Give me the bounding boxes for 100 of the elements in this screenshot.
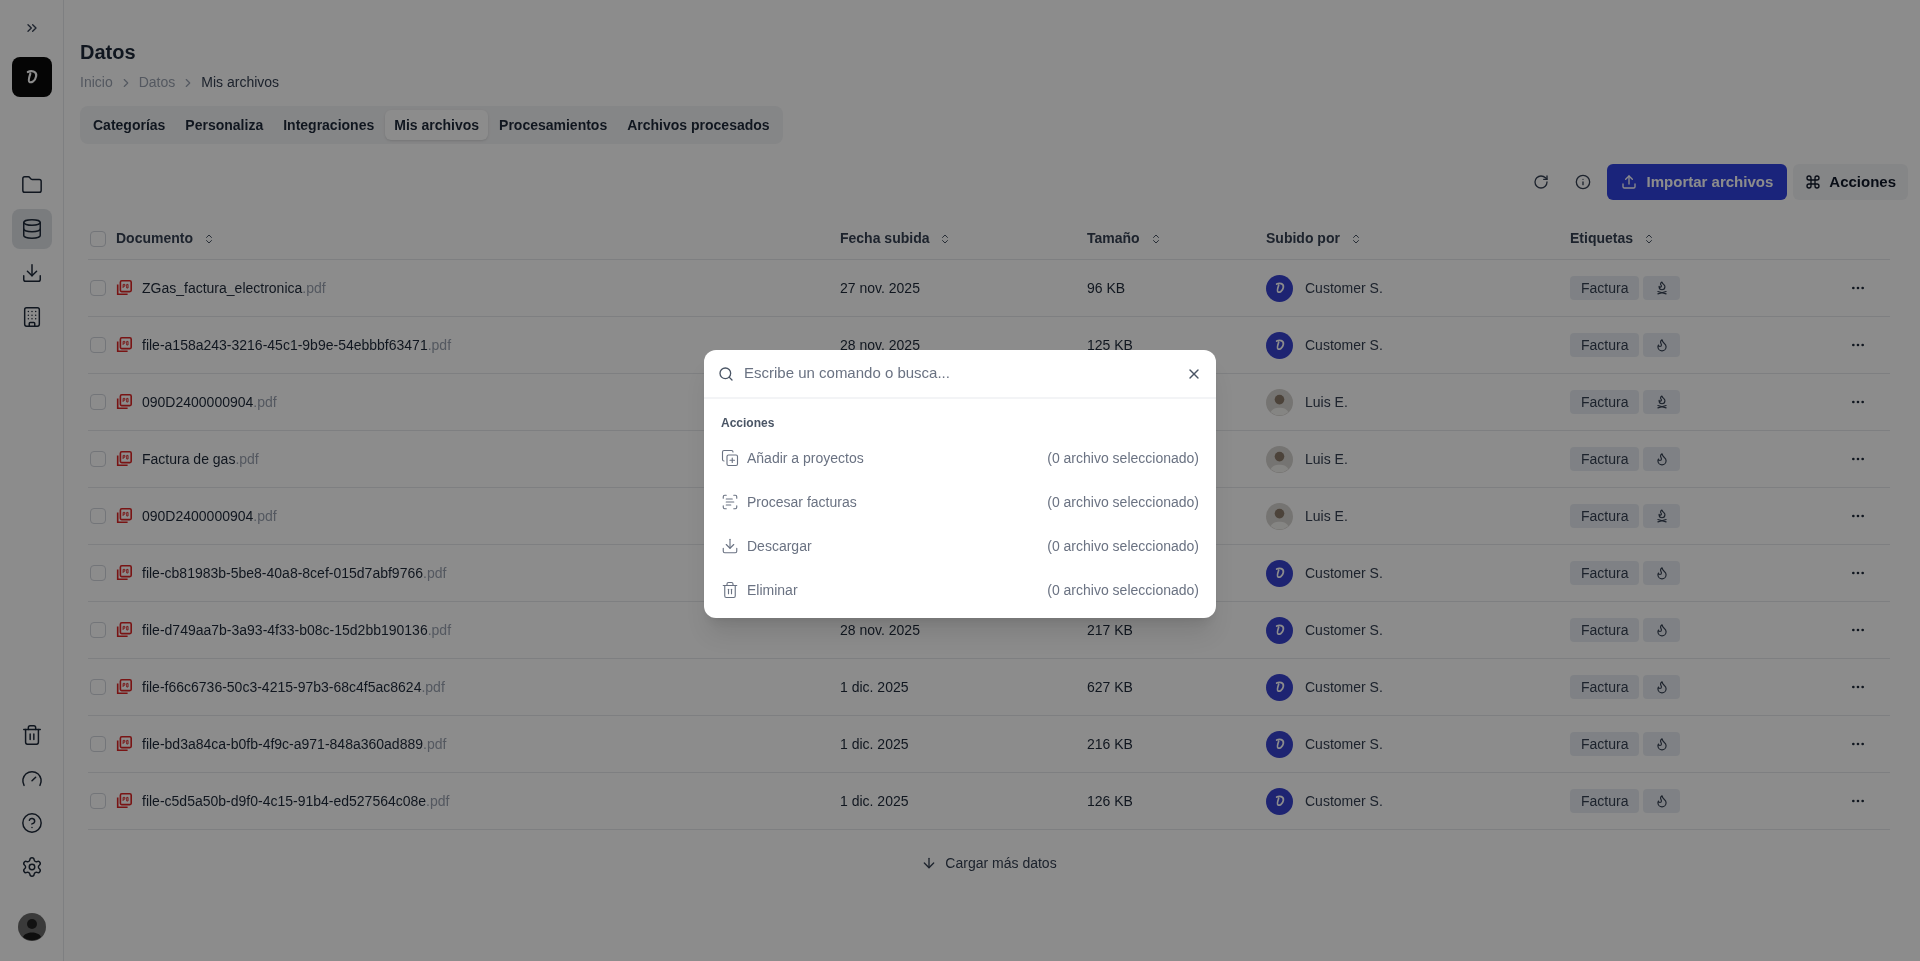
file-name[interactable]: file-f66c6736-50c3-4215-97b3-68c4f5ac8624.pdf	[142, 676, 445, 698]
uploader-name: Customer S.	[1305, 335, 1383, 355]
download-icon	[20, 262, 43, 284]
tab[interactable]: Mis archivos	[385, 110, 489, 140]
tag: Factura	[1570, 789, 1640, 813]
file-name[interactable]: file-bd3a84ca-b0fb-4f9c-a971-848a360ad889.pdf	[142, 733, 447, 755]
trash-icon	[20, 724, 43, 746]
download-icon	[721, 537, 739, 555]
column-header[interactable]: Documento	[116, 228, 193, 249]
tag: Factura	[1570, 447, 1640, 471]
avatar	[1266, 445, 1293, 473]
avatar	[1266, 673, 1293, 701]
checkbox[interactable]	[90, 622, 106, 638]
uploader-name: Customer S.	[1305, 734, 1383, 754]
flame-icon	[1654, 452, 1669, 466]
column-header[interactable]: Subido por	[1266, 228, 1340, 249]
folder-icon	[20, 174, 43, 196]
copy-plus-icon	[721, 449, 739, 467]
uploader-name: Customer S.	[1305, 563, 1383, 583]
flame-icon	[1654, 338, 1669, 352]
checkbox[interactable]	[90, 736, 106, 752]
table-cell: 1 dic. 2025	[840, 678, 909, 695]
column-header[interactable]: Fecha subida	[840, 228, 930, 249]
flame-icon	[1654, 794, 1669, 808]
pdf-file-icon	[115, 393, 133, 411]
actions-button[interactable]: Acciones	[1793, 164, 1908, 200]
tag: Factura	[1570, 732, 1640, 756]
file-name[interactable]: file-d749aa7b-3a93-4f33-b08c-15d2bb190136.pdf	[142, 619, 452, 641]
file-name[interactable]: ZGas_factura_electronica.pdf	[142, 277, 326, 299]
flame-icon	[1654, 623, 1669, 637]
column-header[interactable]: Etiquetas	[1570, 228, 1633, 249]
table-cell: 1 dic. 2025	[840, 735, 909, 752]
checkbox[interactable]	[90, 565, 106, 581]
checkbox[interactable]	[90, 280, 106, 296]
checkbox[interactable]	[90, 793, 106, 809]
database-icon	[20, 218, 43, 240]
sort-icon[interactable]	[203, 232, 215, 245]
checkbox[interactable]	[90, 230, 106, 247]
uploader-name: Customer S.	[1305, 677, 1383, 697]
file-name[interactable]: file-cb81983b-5be8-40a8-8cef-015d7abf9766.pdf	[142, 562, 447, 584]
column-header[interactable]: Tamaño	[1087, 228, 1140, 249]
table-cell: 627 KB	[1087, 678, 1133, 695]
pdf-file-icon	[115, 735, 133, 753]
campfire-icon	[1654, 395, 1669, 409]
tag: Factura	[1570, 390, 1640, 414]
file-name[interactable]: file-c5d5a50b-d9f0-4c15-91b4-ed527564c08e.pdf	[142, 790, 450, 812]
uploader-name: Customer S.	[1305, 620, 1383, 640]
checkbox[interactable]	[90, 337, 106, 353]
pdf-file-icon	[115, 564, 133, 582]
refresh-icon	[1532, 174, 1549, 190]
tag: Factura	[1570, 504, 1640, 528]
checkbox[interactable]	[90, 394, 106, 410]
avatar	[1266, 616, 1293, 644]
pdf-file-icon	[115, 336, 133, 354]
file-name[interactable]: 090D2400000904.pdf	[142, 505, 277, 527]
breadcrumb-link[interactable]: Mis archivos	[201, 72, 280, 93]
avatar	[1266, 559, 1293, 587]
tab[interactable]: Procesamientos	[490, 110, 617, 140]
group-label: Acciones	[721, 415, 775, 432]
avatar	[1266, 274, 1293, 302]
sidebar-item[interactable]	[11, 209, 52, 249]
help-icon	[20, 812, 43, 834]
table-cell: 28 nov. 2025	[840, 621, 920, 638]
avatar	[1266, 331, 1293, 359]
command-input[interactable]: Escribe un comando o busca...	[744, 362, 1176, 385]
trash-icon	[721, 581, 739, 599]
avatar	[1266, 502, 1293, 530]
avatar	[1266, 787, 1293, 815]
checkbox[interactable]	[90, 679, 106, 695]
upload-icon	[1620, 174, 1637, 190]
tab[interactable]: Archivos procesados	[618, 110, 779, 140]
load-more-button[interactable]: Cargar más datos	[921, 847, 1057, 879]
campfire-icon	[1654, 509, 1669, 523]
tag: Factura	[1570, 276, 1640, 300]
pdf-file-icon	[115, 678, 133, 696]
uploader-name: Customer S.	[1305, 278, 1383, 298]
uploader-name: Customer S.	[1305, 791, 1383, 811]
table-cell: 96 KB	[1087, 279, 1126, 296]
search-icon	[718, 365, 734, 382]
tab[interactable]: Personaliza	[176, 110, 273, 140]
import-button[interactable]: Importar archivos	[1606, 164, 1788, 200]
user-avatar[interactable]	[17, 913, 46, 941]
sort-icon[interactable]	[1643, 232, 1655, 245]
checkbox[interactable]	[90, 451, 106, 467]
tag: Factura	[1570, 618, 1640, 642]
tab[interactable]: Categorías	[84, 110, 175, 140]
table-cell: 126 KB	[1087, 792, 1133, 809]
tab[interactable]: Integraciones	[274, 110, 384, 140]
info-icon	[1574, 174, 1591, 190]
tag: Factura	[1570, 561, 1640, 585]
checkbox[interactable]	[90, 508, 106, 524]
table-cell: 28 nov. 2025	[840, 336, 920, 353]
table-cell: 125 KB	[1087, 336, 1133, 353]
flame-icon	[1654, 737, 1669, 751]
uploader-name: Luis E.	[1305, 392, 1348, 412]
table-cell: 1 dic. 2025	[840, 792, 909, 809]
file-name[interactable]: file-a158a243-3216-45c1-9b9e-54ebbbf63471.pdf	[142, 334, 452, 356]
file-name[interactable]: Factura de gas.pdf	[142, 448, 259, 470]
pdf-file-icon	[115, 450, 133, 468]
file-name[interactable]: 090D2400000904.pdf	[142, 391, 277, 413]
